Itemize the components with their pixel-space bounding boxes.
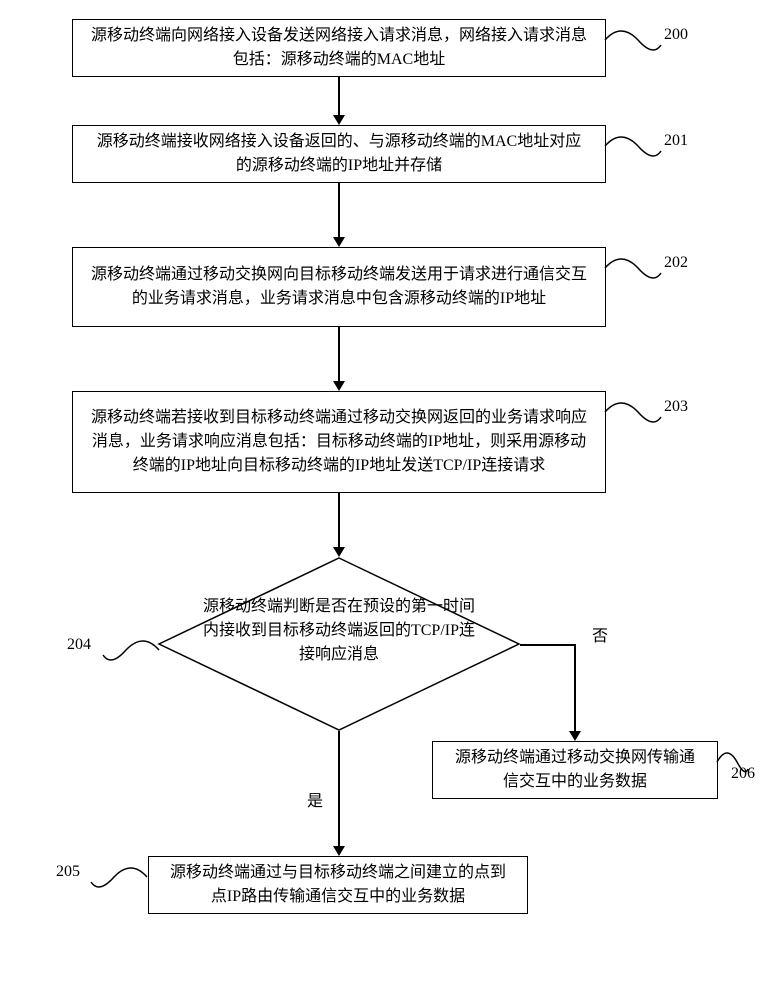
step-206-number: 206: [731, 765, 755, 783]
arrowhead-no: [569, 731, 581, 741]
step-203-text: 源移动终端若接收到目标移动终端通过移动交换网返回的业务请求响应消息，业务请求响应…: [91, 406, 587, 478]
arrow-201-202: [338, 183, 340, 239]
step-206-text: 源移动终端通过移动交换网传输通信交互中的业务数据: [451, 746, 699, 794]
step-201-connector: [603, 131, 663, 161]
step-202-number: 202: [664, 254, 688, 272]
step-201-number: 201: [664, 132, 688, 150]
arrow-202-203: [338, 327, 340, 383]
step-204-number: 204: [67, 636, 91, 654]
step-200-box: 源移动终端向网络接入设备发送网络接入请求消息，网络接入请求消息包括：源移动终端的…: [72, 19, 606, 77]
arrow-200-201: [338, 77, 340, 117]
step-205-number: 205: [56, 863, 80, 881]
no-label: 否: [592, 622, 608, 646]
step-205-text: 源移动终端通过与目标移动终端之间建立的点到点IP路由传输通信交互中的业务数据: [167, 861, 509, 909]
step-202-box: 源移动终端通过移动交换网向目标移动终端发送用于请求进行通信交互的业务请求消息，业…: [72, 247, 606, 327]
arrowhead-201-202: [333, 237, 345, 247]
step-204-text: 源移动终端判断是否在预设的第一时间内接收到目标移动终端返回的TCP/IP连接响应…: [203, 598, 475, 663]
yes-label: 是: [307, 787, 323, 811]
step-206-box: 源移动终端通过移动交换网传输通信交互中的业务数据: [432, 741, 718, 799]
step-203-number: 203: [664, 398, 688, 416]
step-203-box: 源移动终端若接收到目标移动终端通过移动交换网返回的业务请求响应消息，业务请求响应…: [72, 391, 606, 493]
arrow-no-h: [520, 644, 575, 646]
step-200-text: 源移动终端向网络接入设备发送网络接入请求消息，网络接入请求消息包括：源移动终端的…: [91, 24, 587, 72]
step-204-text-wrap: 源移动终端判断是否在预设的第一时间内接收到目标移动终端返回的TCP/IP连接响应…: [200, 595, 478, 667]
arrowhead-202-203: [333, 381, 345, 391]
step-205-box: 源移动终端通过与目标移动终端之间建立的点到点IP路由传输通信交互中的业务数据: [148, 856, 528, 914]
step-204-connector: [101, 635, 161, 665]
step-200-connector: [603, 25, 663, 55]
step-201-box: 源移动终端接收网络接入设备返回的、与源移动终端的MAC地址对应的源移动终端的IP…: [72, 125, 606, 183]
arrowhead-200-201: [333, 115, 345, 125]
arrow-yes: [338, 731, 340, 849]
step-202-connector: [603, 253, 663, 283]
step-200-number: 200: [664, 26, 688, 44]
arrow-no-v: [574, 644, 576, 733]
step-202-text: 源移动终端通过移动交换网向目标移动终端发送用于请求进行通信交互的业务请求消息，业…: [91, 263, 587, 311]
arrow-203-204: [338, 493, 340, 549]
step-203-connector: [603, 397, 663, 427]
step-201-text: 源移动终端接收网络接入设备返回的、与源移动终端的MAC地址对应的源移动终端的IP…: [91, 130, 587, 178]
flowchart-container: 源移动终端向网络接入设备发送网络接入请求消息，网络接入请求消息包括：源移动终端的…: [0, 0, 777, 1000]
arrowhead-yes: [333, 846, 345, 856]
step-205-connector: [89, 862, 149, 892]
